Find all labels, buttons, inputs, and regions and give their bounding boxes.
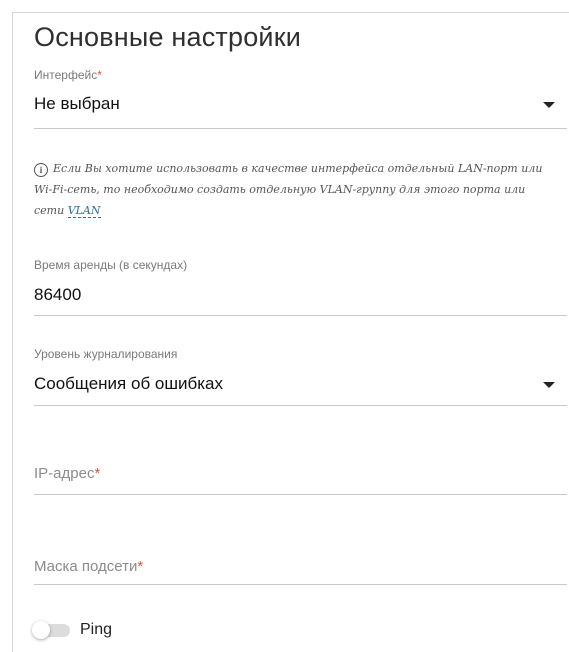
section-title: Основные настройки: [34, 22, 302, 52]
vlan-note-text: Если Вы хотите использовать в качестве и…: [34, 162, 543, 217]
lease-time-value: 86400: [34, 285, 82, 304]
log-level-select[interactable]: Уровень журналирования Сообщения об ошиб…: [34, 347, 567, 407]
ping-label: Ping: [80, 621, 113, 638]
ping-toggle[interactable]: [32, 621, 70, 639]
log-level-value: Сообщения об ошибках: [34, 374, 223, 393]
lease-time-underline: [34, 315, 567, 316]
ip-address-field[interactable]: IP-адрес*: [34, 465, 567, 497]
subnet-mask-underline: [34, 584, 567, 585]
ping-toggle-knob[interactable]: [32, 621, 50, 639]
vlan-note: i Если Вы хотите использовать в качестве …: [34, 158, 554, 221]
interface-value: Не выбран: [34, 94, 120, 113]
lease-time-label: Время аренды (в секундах): [34, 258, 188, 272]
interface-underline: [34, 128, 567, 129]
lease-time-field[interactable]: Время аренды (в секундах) 86400: [34, 258, 567, 316]
chevron-down-icon: [543, 102, 555, 108]
interface-label: Интерфейс*: [34, 68, 102, 82]
ip-address-underline: [34, 494, 567, 495]
ip-address-placeholder: IP-адрес*: [34, 465, 101, 482]
subnet-mask-placeholder: Маска подсети*: [34, 558, 144, 575]
vlan-link[interactable]: VLAN: [67, 204, 101, 218]
subnet-mask-field[interactable]: Маска подсети*: [34, 558, 567, 590]
interface-select[interactable]: Интерфейс* Не выбран: [34, 68, 567, 130]
info-icon: i: [34, 163, 48, 177]
log-level-underline: [34, 405, 567, 406]
log-level-label: Уровень журналирования: [34, 347, 178, 361]
chevron-down-icon: [543, 382, 555, 388]
